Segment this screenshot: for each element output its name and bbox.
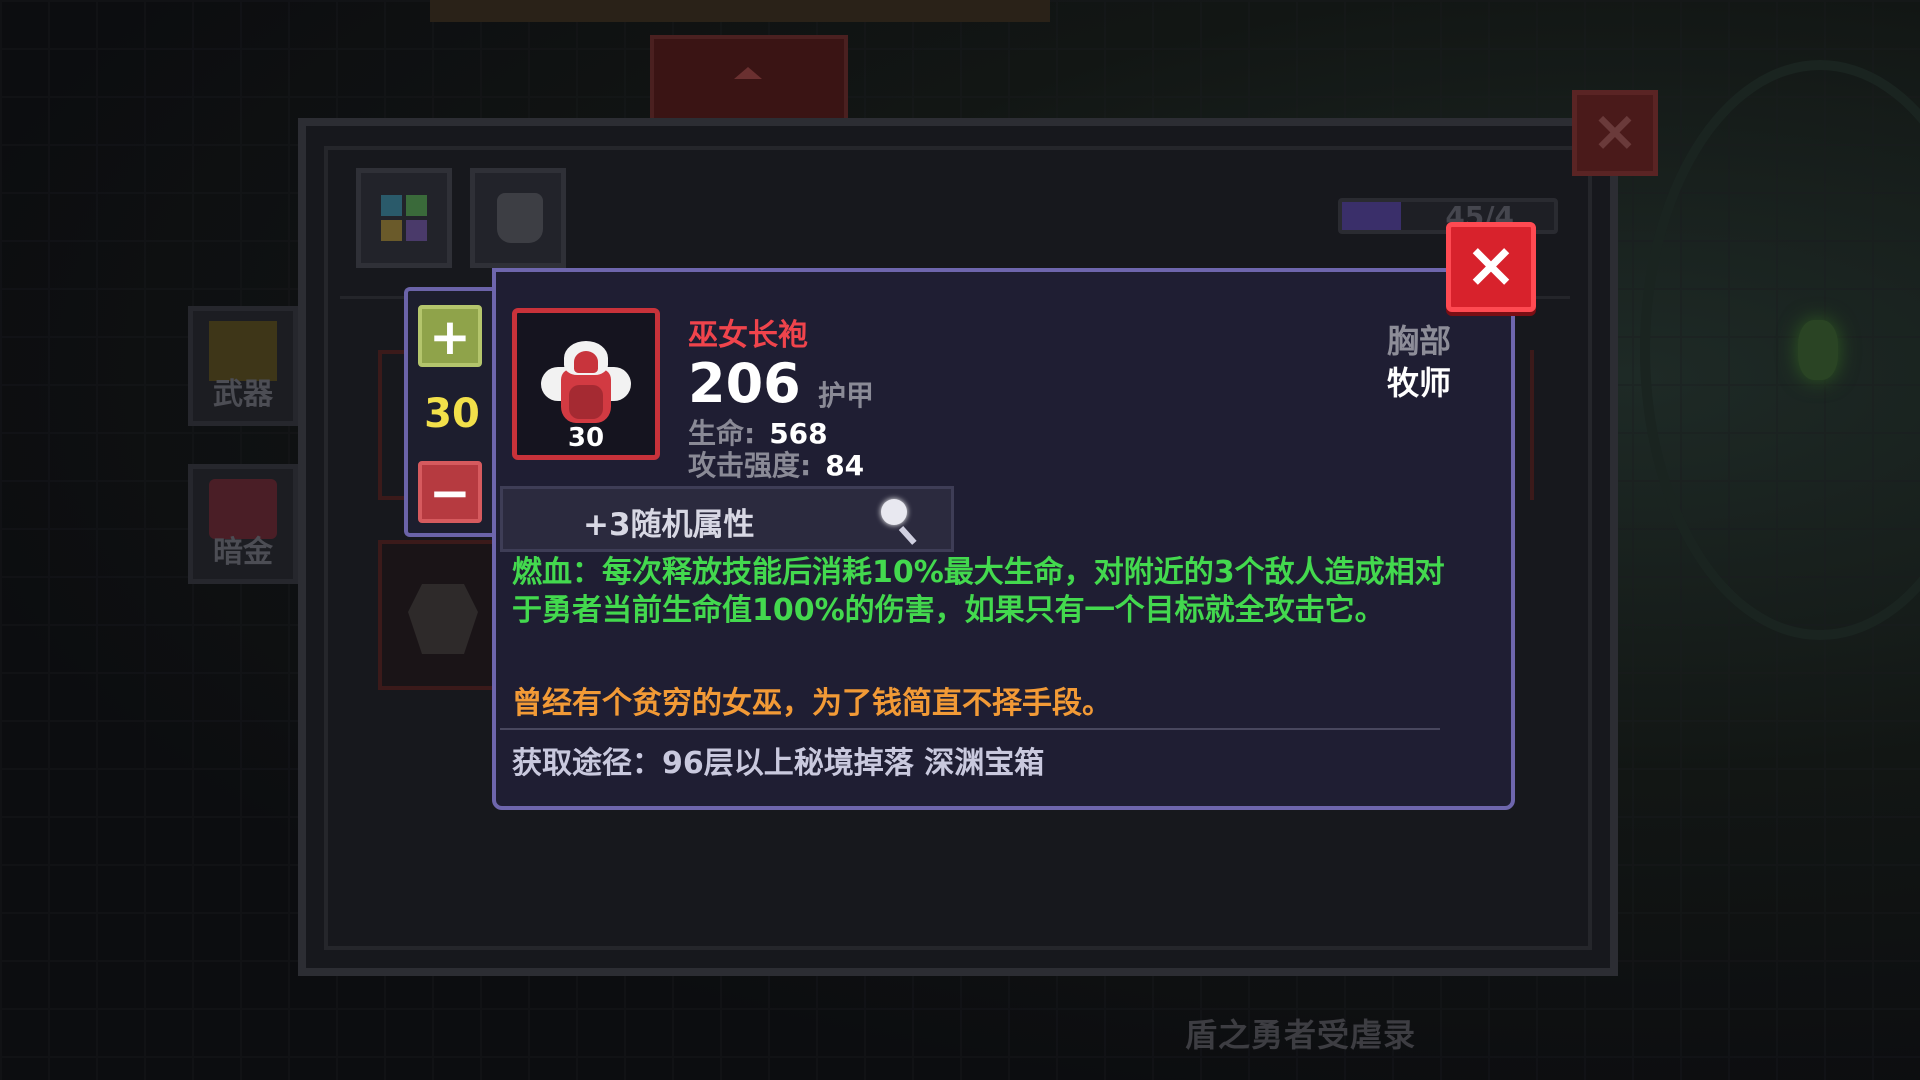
armor-tab[interactable] <box>470 168 566 268</box>
divider <box>500 728 1440 730</box>
armor-icon <box>497 193 543 243</box>
armor-value: 206 <box>688 352 801 415</box>
stat-attack-power: 攻击强度: 84 <box>688 444 864 484</box>
magnifier-icon[interactable] <box>881 499 921 545</box>
equipment-slot-type: 胸部 <box>1386 322 1451 360</box>
random-attributes-label: +3随机属性 <box>583 507 755 543</box>
stat-value: 84 <box>825 449 865 482</box>
item-level: 30 <box>567 423 605 453</box>
category-dark-gold[interactable]: 暗金 <box>188 464 298 584</box>
minus-icon: − <box>429 464 471 522</box>
robe-icon <box>541 341 631 423</box>
game-title: 盾之勇者受虐录 <box>1185 1016 1417 1054</box>
grid-icon <box>381 195 427 241</box>
level-value: 30 <box>424 391 480 437</box>
level-stepper: + 30 − <box>404 287 496 537</box>
category-weapon[interactable]: 武器 <box>188 306 298 426</box>
grid-tab[interactable] <box>356 168 452 268</box>
close-icon: × <box>1591 99 1639 164</box>
item-icon-frame: 30 <box>512 308 660 460</box>
item-effect: 燃血：每次释放技能后消耗10%最大生命，对附近的3个敌人造成相对于勇者当前生命值… <box>512 555 1445 628</box>
xp-bar-fill <box>1342 202 1402 230</box>
tooltip-close-button[interactable]: × <box>1446 222 1536 312</box>
background-banner <box>650 35 848 123</box>
item-source: 获取途径：96层以上秘境掉落 深渊宝箱 <box>512 746 1045 781</box>
close-icon: × <box>1465 228 1517 301</box>
decrease-level-button[interactable]: − <box>418 461 482 523</box>
random-attributes-row[interactable]: +3随机属性 <box>500 486 954 552</box>
item-flavor-text: 曾经有个贫穷的女巫，为了钱简直不择手段。 <box>512 686 1112 721</box>
green-orb-icon <box>1798 320 1838 380</box>
class-requirement: 牧师 <box>1386 364 1451 402</box>
category-label: 暗金 <box>213 535 273 570</box>
item-tooltip: 30 巫女长袍 206 护甲 生命: 568 攻击强度: 84 胸部 牧师 +3随机… <box>492 268 1515 810</box>
category-label: 武器 <box>213 377 273 412</box>
item-name: 巫女长袍 <box>688 318 808 353</box>
up-arrow-icon <box>734 67 762 79</box>
background-bar <box>430 0 1050 22</box>
equipment-slot[interactable] <box>378 540 498 690</box>
stat-label: 攻击强度: <box>688 449 812 482</box>
increase-level-button[interactable]: + <box>418 305 482 367</box>
plus-icon: + <box>429 308 471 366</box>
armor-item-icon <box>408 584 478 654</box>
inventory-close-button[interactable]: × <box>1572 90 1658 176</box>
armor-label: 护甲 <box>818 379 875 412</box>
